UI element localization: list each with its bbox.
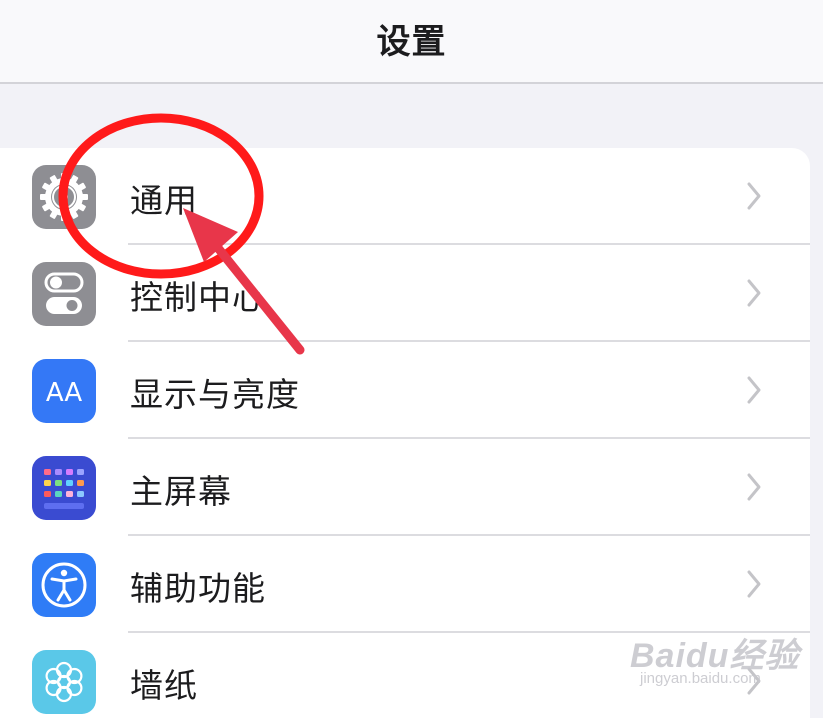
settings-item-display-brightness[interactable]: AA 显示与亮度 — [0, 342, 810, 439]
navigation-bar: 设置 — [0, 0, 823, 84]
settings-item-accessibility[interactable]: 辅助功能 — [0, 536, 810, 633]
watermark-url: jingyan.baidu.com — [640, 670, 761, 687]
chevron-right-icon — [744, 180, 764, 216]
chevron-right-icon — [744, 568, 764, 604]
chevron-right-icon — [744, 277, 764, 313]
flower-icon — [32, 650, 96, 714]
text-size-icon: AA — [32, 359, 96, 423]
settings-item-label: 控制中心 — [130, 278, 266, 317]
toggle-switches-icon — [32, 262, 96, 326]
settings-item-label: 墙纸 — [130, 666, 198, 705]
settings-item-general[interactable]: 通用 — [0, 148, 810, 245]
text-size-icon-glyph: AA — [46, 378, 83, 408]
settings-item-label: 主屏幕 — [130, 472, 232, 511]
settings-item-control-center[interactable]: 控制中心 — [0, 245, 810, 342]
page-title: 设置 — [376, 22, 447, 62]
chevron-right-icon — [744, 374, 764, 410]
settings-item-label: 辅助功能 — [130, 569, 266, 608]
baidu-watermark: Baidu经验 jingyan.baidu.com — [630, 628, 799, 687]
accessibility-icon — [32, 553, 96, 617]
settings-item-label: 显示与亮度 — [130, 375, 300, 414]
settings-item-label: 通用 — [130, 181, 198, 220]
home-screen-grid-icon — [32, 456, 96, 520]
chevron-right-icon — [744, 471, 764, 507]
settings-screen: 设置 通用 控制中心 AA 显示与亮度 主屏幕 辅助功能 墙纸 Baidu经验 … — [0, 0, 823, 718]
gear-icon — [32, 165, 96, 229]
settings-item-home-screen[interactable]: 主屏幕 — [0, 439, 810, 536]
